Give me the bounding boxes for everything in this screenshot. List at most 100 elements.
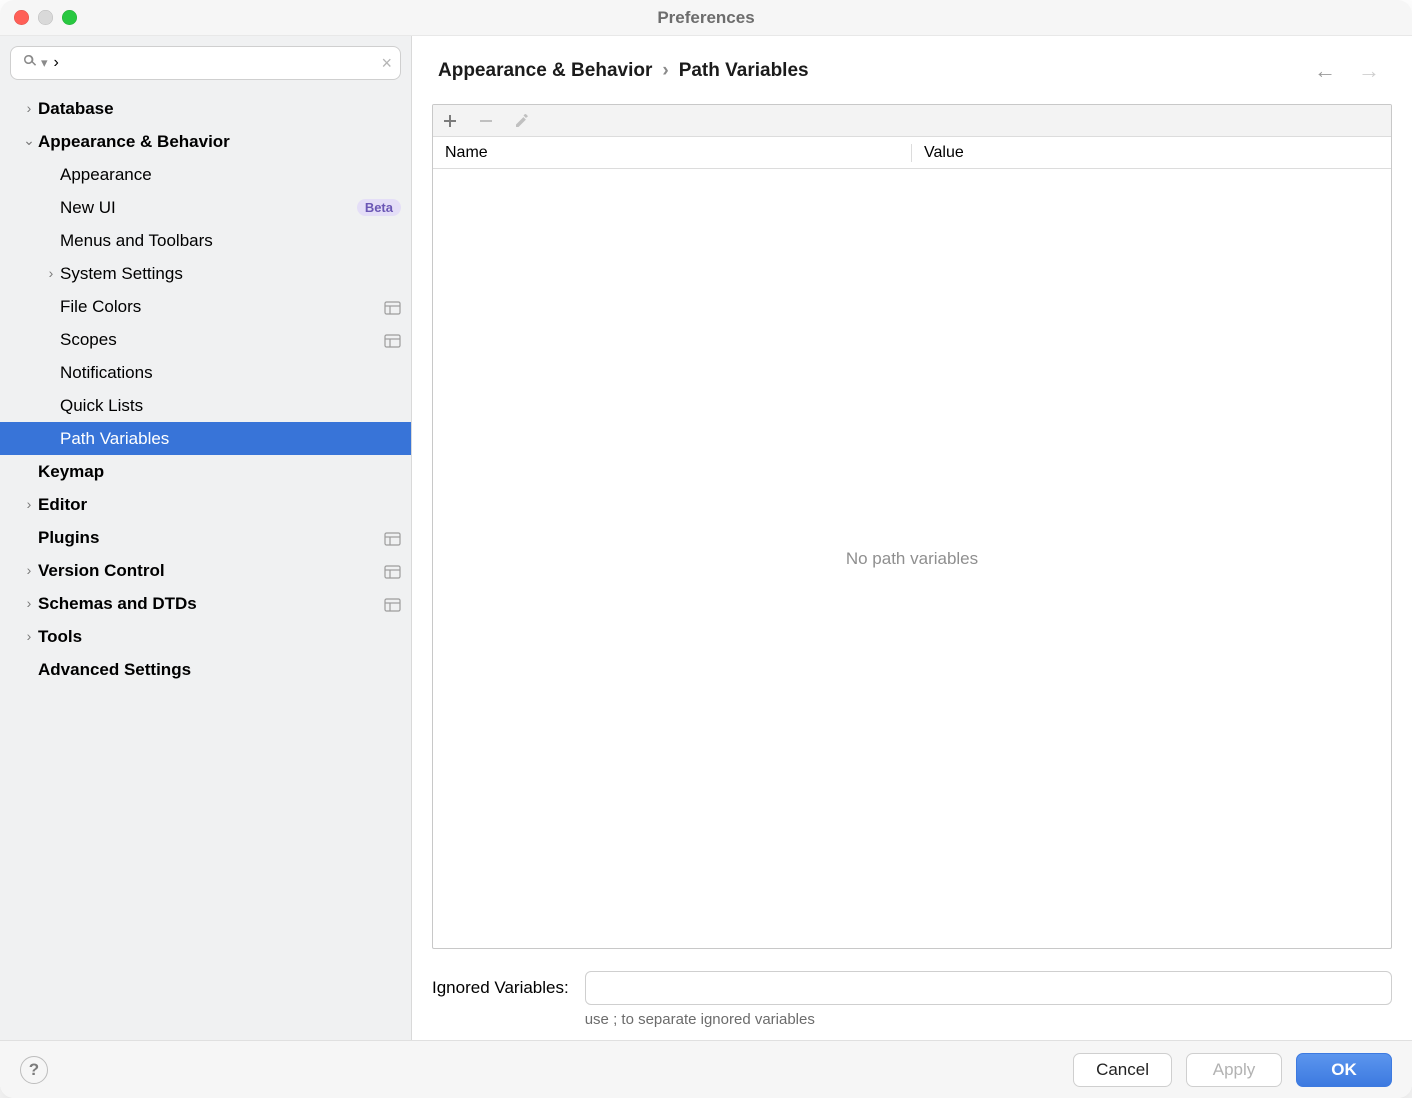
ignored-variables-row: Ignored Variables: bbox=[432, 971, 1392, 1005]
help-button[interactable]: ? bbox=[20, 1056, 48, 1084]
arrow-placeholder bbox=[42, 331, 60, 347]
tree-item-label: Notifications bbox=[60, 363, 401, 383]
tree-item-label: Menus and Toolbars bbox=[60, 231, 401, 251]
tree-item-appearance[interactable]: Appearance bbox=[0, 158, 411, 191]
add-button[interactable] bbox=[439, 110, 461, 132]
disclosure-arrow-icon[interactable]: › bbox=[20, 496, 38, 512]
search-box[interactable]: ▾ × bbox=[10, 46, 401, 80]
column-name[interactable]: Name bbox=[433, 144, 912, 162]
disclosure-arrow-icon[interactable]: › bbox=[20, 628, 38, 644]
path-variables-table: Name Value No path variables bbox=[432, 104, 1392, 949]
arrow-placeholder bbox=[20, 529, 38, 545]
tree-item-label: System Settings bbox=[60, 264, 401, 284]
tree-item-menus-toolbars[interactable]: Menus and Toolbars bbox=[0, 224, 411, 257]
clear-search-button[interactable]: × bbox=[381, 53, 392, 74]
project-level-settings-icon bbox=[384, 300, 401, 314]
apply-button[interactable]: Apply bbox=[1186, 1053, 1282, 1087]
tree-item-new-ui[interactable]: New UI Beta bbox=[0, 191, 411, 224]
tree-item-system-settings[interactable]: ›System Settings bbox=[0, 257, 411, 290]
arrow-placeholder bbox=[42, 430, 60, 446]
arrow-placeholder bbox=[20, 661, 38, 677]
project-level-settings-icon bbox=[384, 564, 401, 578]
disclosure-arrow-icon[interactable]: › bbox=[20, 595, 38, 611]
tree-item-label: Appearance bbox=[60, 165, 401, 185]
project-level-settings-icon bbox=[384, 597, 401, 611]
disclosure-arrow-icon[interactable]: ⌄ bbox=[20, 132, 38, 149]
window-title: Preferences bbox=[657, 8, 754, 28]
tree-item-path-variables[interactable]: Path Variables bbox=[0, 422, 411, 455]
tree-item-label: File Colors bbox=[60, 297, 378, 317]
tree-item-quick-lists[interactable]: Quick Lists bbox=[0, 389, 411, 422]
fullscreen-window-button[interactable] bbox=[62, 10, 77, 25]
project-level-settings-icon bbox=[384, 531, 401, 545]
tree-item-label: Path Variables bbox=[60, 429, 401, 449]
tree-item-keymap[interactable]: Keymap bbox=[0, 455, 411, 488]
tree-item-label: Appearance & Behavior bbox=[38, 132, 401, 152]
table-toolbar bbox=[433, 105, 1391, 137]
tree-item-label: Version Control bbox=[38, 561, 378, 581]
column-value[interactable]: Value bbox=[912, 144, 1391, 162]
tree-item-plugins[interactable]: Plugins bbox=[0, 521, 411, 554]
disclosure-arrow-icon[interactable]: › bbox=[42, 265, 60, 281]
remove-button[interactable] bbox=[475, 110, 497, 132]
ignored-variables-input[interactable] bbox=[585, 971, 1392, 1005]
tree-item-version-control[interactable]: ›Version Control bbox=[0, 554, 411, 587]
path-variables-panel: Name Value No path variables bbox=[432, 104, 1392, 949]
arrow-placeholder bbox=[42, 397, 60, 413]
sidebar: ▾ × ›Database⌄Appearance & Behavior Appe… bbox=[0, 36, 412, 1040]
back-button[interactable]: ← bbox=[1308, 54, 1342, 88]
ignored-variables-label: Ignored Variables: bbox=[432, 978, 569, 998]
preferences-window: Preferences ▾ × ›Database⌄Appearance & B… bbox=[0, 0, 1412, 1098]
search-icon bbox=[21, 52, 39, 75]
tree-item-label: Keymap bbox=[38, 462, 401, 482]
arrow-placeholder bbox=[42, 199, 60, 215]
breadcrumb: Appearance & Behavior › Path Variables ←… bbox=[412, 36, 1412, 98]
tree-item-scopes[interactable]: Scopes bbox=[0, 323, 411, 356]
breadcrumb-sep: › bbox=[662, 60, 668, 82]
tree-item-label: Database bbox=[38, 99, 401, 119]
titlebar: Preferences bbox=[0, 0, 1412, 36]
settings-tree[interactable]: ›Database⌄Appearance & Behavior Appearan… bbox=[0, 88, 411, 1040]
tree-item-notifications[interactable]: Notifications bbox=[0, 356, 411, 389]
tree-item-label: Tools bbox=[38, 627, 401, 647]
tree-item-database[interactable]: ›Database bbox=[0, 92, 411, 125]
breadcrumb-section: Appearance & Behavior bbox=[438, 60, 652, 82]
search-input[interactable] bbox=[48, 54, 390, 72]
tree-item-label: Quick Lists bbox=[60, 396, 401, 416]
minimize-window-button[interactable] bbox=[38, 10, 53, 25]
tree-item-tools[interactable]: ›Tools bbox=[0, 620, 411, 653]
tree-item-label: Schemas and DTDs bbox=[38, 594, 378, 614]
tree-item-label: Editor bbox=[38, 495, 401, 515]
window-controls bbox=[14, 10, 77, 25]
tree-item-label: New UI bbox=[60, 198, 349, 218]
tree-item-label: Scopes bbox=[60, 330, 378, 350]
ignored-variables-hint: use ; to separate ignored variables bbox=[412, 1011, 1392, 1028]
tree-item-file-colors[interactable]: File Colors bbox=[0, 290, 411, 323]
tree-item-appearance-behavior[interactable]: ⌄Appearance & Behavior bbox=[0, 125, 411, 158]
project-level-settings-icon bbox=[384, 333, 401, 347]
arrow-placeholder bbox=[42, 364, 60, 380]
disclosure-arrow-icon[interactable]: › bbox=[20, 100, 38, 116]
arrow-placeholder bbox=[42, 232, 60, 248]
tree-item-advanced-settings[interactable]: Advanced Settings bbox=[0, 653, 411, 686]
body: ▾ × ›Database⌄Appearance & Behavior Appe… bbox=[0, 36, 1412, 1040]
footer: ? Cancel Apply OK bbox=[0, 1040, 1412, 1098]
forward-button[interactable]: → bbox=[1352, 54, 1386, 88]
arrow-placeholder bbox=[20, 463, 38, 479]
tree-item-schemas-dtds[interactable]: ›Schemas and DTDs bbox=[0, 587, 411, 620]
breadcrumb-page: Path Variables bbox=[679, 60, 809, 82]
arrow-placeholder bbox=[42, 298, 60, 314]
tree-item-label: Plugins bbox=[38, 528, 378, 548]
table-header: Name Value bbox=[433, 137, 1391, 169]
ok-button[interactable]: OK bbox=[1296, 1053, 1392, 1087]
table-empty-text: No path variables bbox=[433, 169, 1391, 948]
beta-badge: Beta bbox=[357, 199, 401, 216]
disclosure-arrow-icon[interactable]: › bbox=[20, 562, 38, 578]
edit-button[interactable] bbox=[511, 110, 533, 132]
close-window-button[interactable] bbox=[14, 10, 29, 25]
content: Appearance & Behavior › Path Variables ←… bbox=[412, 36, 1412, 1040]
arrow-placeholder bbox=[42, 166, 60, 182]
tree-item-editor[interactable]: ›Editor bbox=[0, 488, 411, 521]
cancel-button[interactable]: Cancel bbox=[1073, 1053, 1172, 1087]
tree-item-label: Advanced Settings bbox=[38, 660, 401, 680]
